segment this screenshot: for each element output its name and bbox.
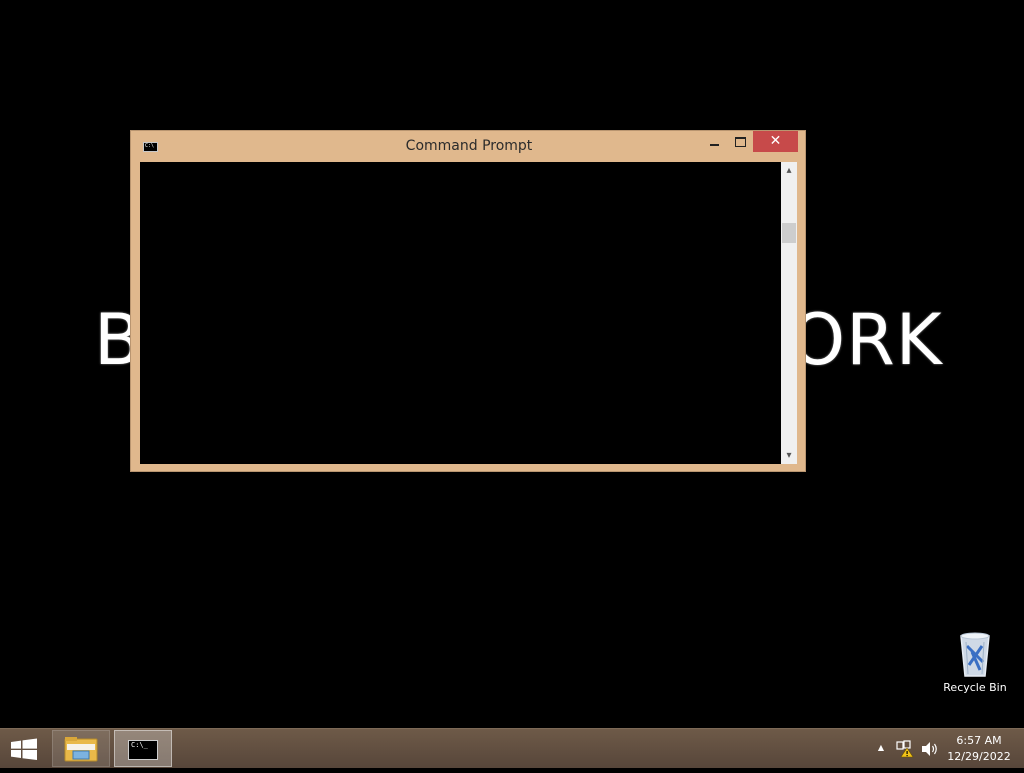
taskbar: C:\_ ▲ 6:57 AM 12/29/2022 (0, 728, 1024, 768)
command-prompt-window[interactable]: C:\ Command Prompt ✕ ▴ ▾ (130, 130, 806, 472)
console-area[interactable] (140, 162, 782, 464)
network-warning-icon[interactable] (896, 740, 914, 758)
recycle-bin-label: Recycle Bin (943, 681, 1007, 694)
scroll-up-arrow-icon[interactable]: ▴ (781, 162, 797, 179)
clock-time: 6:57 AM (956, 734, 1002, 747)
command-prompt-icon: C:\_ (128, 740, 158, 760)
desktop: B ORK C:\ Command Prompt ✕ ▴ ▾ Recycle B… (0, 0, 1024, 728)
taskbar-file-explorer-button[interactable] (52, 730, 110, 767)
minimize-button[interactable] (701, 131, 727, 152)
title-bar[interactable]: C:\ Command Prompt ✕ (131, 131, 805, 163)
start-button[interactable] (0, 729, 48, 769)
show-hidden-icons-button[interactable]: ▲ (874, 741, 888, 755)
taskbar-command-prompt-button[interactable]: C:\_ (114, 730, 172, 767)
maximize-icon (735, 137, 746, 147)
maximize-button[interactable] (728, 131, 754, 152)
scrollbar-thumb[interactable] (782, 223, 796, 243)
folder-icon (64, 737, 98, 762)
vertical-scrollbar[interactable]: ▴ ▾ (781, 162, 797, 464)
close-button[interactable]: ✕ (753, 131, 798, 152)
minimize-icon (710, 144, 719, 146)
clock-date: 12/29/2022 (947, 750, 1011, 763)
recycle-bin-desktop-icon[interactable]: Recycle Bin (938, 628, 1012, 702)
wallpaper-text-right: ORK (790, 299, 943, 381)
system-clock[interactable]: 6:57 AM 12/29/2022 (944, 733, 1014, 765)
windows-logo-icon (11, 738, 37, 760)
close-icon: ✕ (769, 133, 782, 149)
recycle-bin-icon (958, 632, 992, 678)
speaker-icon[interactable] (920, 740, 940, 758)
scroll-down-arrow-icon[interactable]: ▾ (781, 447, 797, 464)
